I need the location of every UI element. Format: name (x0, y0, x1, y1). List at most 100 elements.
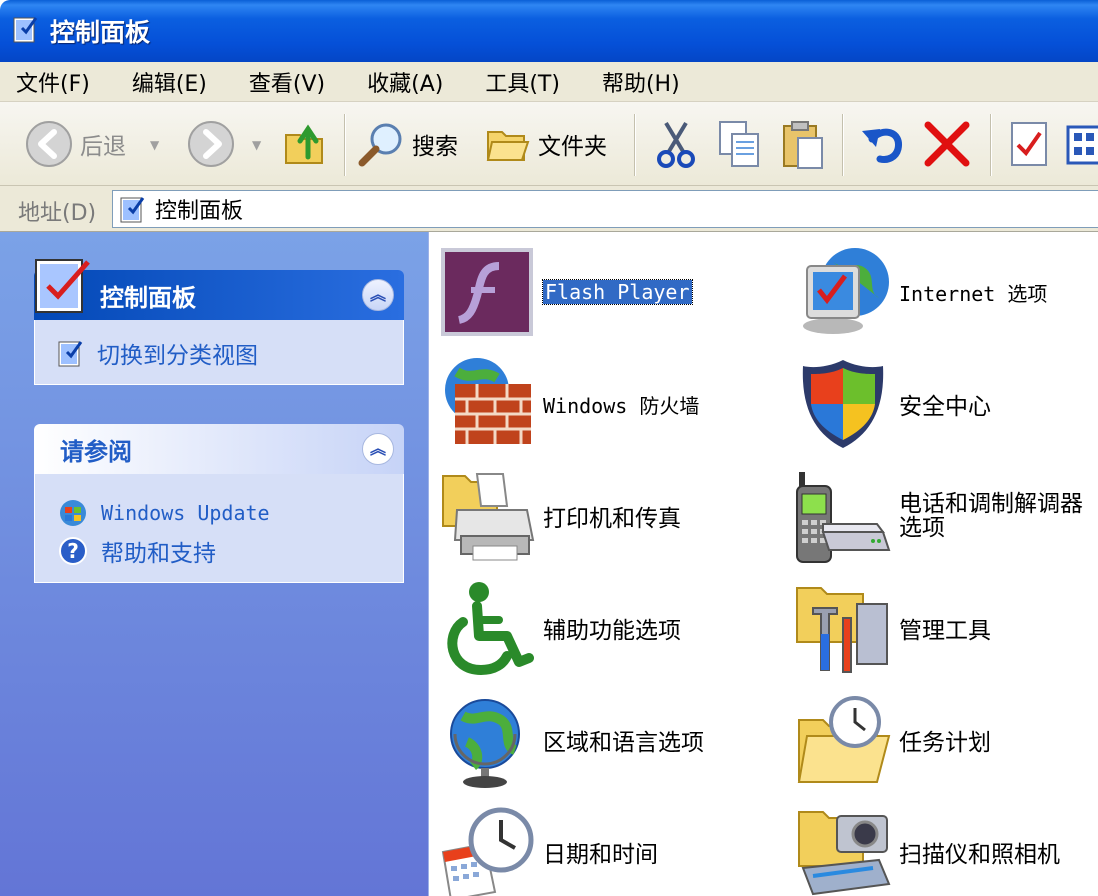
folders-icon (486, 131, 530, 161)
back-button[interactable]: 后退 (24, 116, 126, 172)
address-label: 地址(D) (18, 201, 97, 226)
title-bar[interactable]: 控制面板 (0, 0, 1098, 62)
search-icon (358, 123, 402, 167)
item-scheduled-tasks[interactable]: 任务计划 (793, 690, 991, 790)
control-panel-items: Flash Player Internet 选项 Windows 防火墙 安全中… (428, 232, 1098, 896)
toolbar: 后退 ▼ ▼ 搜索 文件夹 (0, 102, 1098, 186)
help-and-support-link[interactable]: ? 帮助和支持 (57, 532, 403, 570)
undo-button[interactable] (858, 116, 908, 172)
item-phone-and-modem-options[interactable]: 电话和调制解调器选项 (793, 466, 1098, 566)
item-printers-and-faxes[interactable]: 打印机和传真 (437, 466, 681, 566)
item-regional-and-language-options[interactable]: 区域和语言选项 (437, 690, 704, 790)
item-administrative-tools[interactable]: 管理工具 (793, 578, 991, 678)
regional-language-icon (450, 699, 520, 788)
task-pane: 控制面板 ︽ 切换到分类视图 请参阅 ︽ Windows Update ? 帮助… (0, 232, 428, 896)
item-label: 管理工具 (899, 618, 991, 644)
item-windows-firewall[interactable]: Windows 防火墙 (437, 354, 699, 454)
back-label: 后退 (80, 134, 126, 160)
address-bar: 地址(D) 控制面板 (0, 186, 1098, 232)
folders-label: 文件夹 (538, 134, 607, 160)
views-button[interactable] (1064, 116, 1098, 172)
item-label: Internet 选项 (899, 281, 1048, 306)
forward-arrow-icon (188, 121, 234, 167)
forward-button[interactable] (186, 116, 236, 172)
menu-file[interactable]: 文件(F) (12, 66, 94, 98)
menu-view[interactable]: 查看(V) (245, 66, 329, 98)
accessibility-icon (447, 582, 534, 676)
category-view-icon (58, 341, 83, 367)
windows-update-icon (60, 500, 86, 526)
see-also-panel-header[interactable]: 请参阅 ︽ (34, 424, 404, 474)
date-time-icon (441, 807, 534, 896)
up-folder-button[interactable] (282, 116, 330, 172)
copy-button[interactable] (716, 116, 764, 172)
address-value: 控制面板 (155, 199, 244, 224)
item-label: 扫描仪和照相机 (899, 842, 1060, 868)
control-panel-task-panel: 控制面板 ︽ 切换到分类视图 (34, 259, 404, 385)
link-label: 帮助和支持 (101, 541, 216, 567)
back-dropdown-icon[interactable]: ▼ (150, 138, 159, 152)
panel-title: 请参阅 (60, 437, 132, 466)
menu-tools[interactable]: 工具(T) (481, 66, 564, 98)
menu-bar: 文件(F) 编辑(E) 查看(V) 收藏(A) 工具(T) 帮助(H) (0, 62, 1098, 102)
item-scanners-and-cameras[interactable]: 扫描仪和照相机 (793, 802, 1060, 896)
item-date-and-time[interactable]: 日期和时间 (437, 802, 658, 896)
link-label: Windows Update (101, 501, 270, 525)
control-panel-panel-header[interactable]: 控制面板 ︽ (34, 259, 404, 320)
admin-tools-icon (796, 587, 888, 673)
switch-to-category-view-link[interactable]: 切换到分类视图 (57, 334, 403, 372)
item-label: 打印机和传真 (543, 506, 681, 532)
folders-button[interactable]: 文件夹 (484, 116, 607, 172)
views-icon (1066, 125, 1098, 165)
collapse-icon[interactable]: ︽ (362, 279, 394, 311)
control-panel-icon (120, 197, 145, 223)
window-title: 控制面板 (50, 18, 151, 47)
delete-icon (924, 121, 970, 167)
item-label: Windows 防火墙 (543, 393, 700, 418)
undo-icon (862, 128, 902, 163)
up-folder-icon (285, 124, 323, 164)
item-label: 电话和调制解调器选项 (899, 491, 1083, 541)
see-also-panel-body: Windows Update ? 帮助和支持 (34, 474, 404, 583)
help-icon: ? (59, 537, 87, 565)
control-panel-panel-body: 切换到分类视图 (34, 320, 404, 385)
see-also-task-panel: 请参阅 ︽ Windows Update ? 帮助和支持 (34, 424, 404, 583)
item-label: 任务计划 (899, 730, 991, 756)
search-button[interactable]: 搜索 (356, 116, 458, 172)
item-internet-options[interactable]: Internet 选项 (793, 242, 1047, 342)
paste-icon (783, 121, 823, 169)
properties-icon (1011, 122, 1047, 166)
menu-favorites[interactable]: 收藏(A) (363, 66, 447, 98)
copy-icon (719, 121, 759, 167)
scheduled-tasks-icon (797, 696, 891, 783)
menu-edit[interactable]: 编辑(E) (128, 66, 211, 98)
properties-button[interactable] (1008, 116, 1052, 172)
control-panel-icon (12, 14, 40, 48)
item-label: 日期和时间 (543, 842, 658, 868)
security-center-icon (802, 360, 884, 448)
item-label: 区域和语言选项 (543, 730, 704, 756)
cut-button[interactable] (654, 116, 698, 172)
collapse-icon[interactable]: ︽ (362, 433, 394, 465)
flash-player-icon (441, 248, 533, 336)
delete-button[interactable] (922, 116, 972, 172)
menu-help[interactable]: 帮助(H) (598, 66, 684, 98)
panel-title: 控制面板 (100, 283, 196, 312)
windows-update-link[interactable]: Windows Update (57, 494, 403, 532)
forward-dropdown-icon[interactable]: ▼ (252, 138, 261, 152)
item-accessibility-options[interactable]: 辅助功能选项 (437, 578, 681, 678)
address-input[interactable]: 控制面板 (112, 190, 1098, 228)
item-label: 安全中心 (899, 394, 991, 420)
item-label: Flash Player (542, 279, 693, 305)
back-arrow-icon (26, 121, 72, 167)
control-panel-icon (32, 254, 96, 322)
firewall-icon (445, 358, 531, 444)
search-label: 搜索 (412, 134, 458, 160)
item-flash-player[interactable]: Flash Player (437, 242, 693, 342)
svg-text:?: ? (67, 539, 79, 563)
phone-modem-icon (796, 472, 891, 563)
scanner-camera-icon (798, 811, 891, 896)
paste-button[interactable] (780, 116, 828, 172)
item-security-center[interactable]: 安全中心 (793, 354, 991, 454)
cut-icon (657, 121, 695, 168)
